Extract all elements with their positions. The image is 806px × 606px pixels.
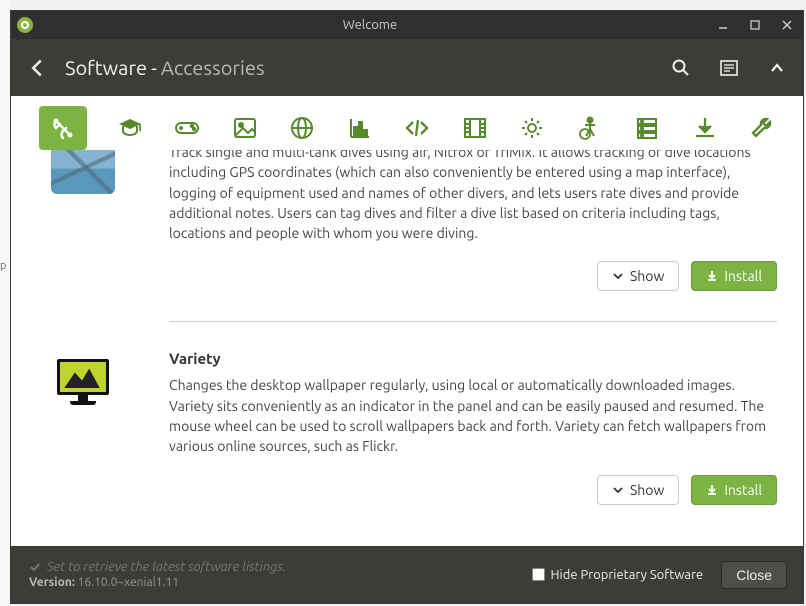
- category-education[interactable]: [115, 113, 145, 143]
- maximize-button[interactable]: [739, 11, 771, 39]
- hide-proprietary-label: Hide Proprietary Software: [551, 568, 704, 582]
- category-system[interactable]: [517, 113, 547, 143]
- search-button[interactable]: [671, 58, 691, 78]
- app-title: Variety: [169, 350, 777, 367]
- app-item-variety: Variety Changes the desktop wallpaper re…: [51, 350, 777, 534]
- category-tools[interactable]: [747, 113, 777, 143]
- statusbar: Set to retrieve the latest software list…: [11, 546, 803, 603]
- checkbox-box: [532, 568, 545, 581]
- app-description: Track single and multi-tank dives using …: [169, 150, 777, 243]
- breadcrumb-main[interactable]: Software: [65, 56, 147, 79]
- category-programming[interactable]: [402, 113, 432, 143]
- category-accessories[interactable]: [39, 106, 87, 150]
- back-button[interactable]: [27, 58, 47, 78]
- category-downloads[interactable]: [690, 113, 720, 143]
- minimize-button[interactable]: [707, 11, 739, 39]
- collapse-up-button[interactable]: [767, 58, 787, 78]
- category-strip: [39, 106, 777, 150]
- content-area: Track single and multi-tank dives using …: [11, 96, 803, 546]
- toolbar: Software - Accessories: [11, 39, 803, 96]
- chevron-down-icon: [612, 270, 624, 282]
- download-icon: [706, 484, 718, 496]
- app-icon-subsurface: [51, 150, 115, 194]
- toolbar-actions: [671, 58, 787, 78]
- app-menu-icon[interactable]: [17, 17, 33, 33]
- category-accessibility[interactable]: [575, 113, 605, 143]
- show-button-label: Show: [630, 482, 664, 498]
- chevron-down-icon: [612, 484, 624, 496]
- background-text-fragment: p: [0, 260, 6, 272]
- category-graphics[interactable]: [230, 113, 260, 143]
- version-label: Version:: [29, 576, 75, 589]
- category-games[interactable]: [172, 113, 202, 143]
- show-button-label: Show: [630, 268, 664, 284]
- category-internet[interactable]: [287, 113, 317, 143]
- version-info: Version: 16.10.0~xenial1.11: [29, 576, 286, 589]
- show-button[interactable]: Show: [597, 261, 679, 291]
- background-window-edge: [0, 0, 10, 606]
- titlebar: Welcome: [11, 11, 803, 39]
- close-window-button[interactable]: [771, 11, 803, 39]
- install-button[interactable]: Install: [691, 475, 777, 505]
- listing-status-text: Set to retrieve the latest software list…: [47, 560, 286, 574]
- version-value: 16.10.0~xenial1.11: [78, 576, 179, 589]
- check-icon: [29, 561, 41, 573]
- category-office[interactable]: [345, 113, 375, 143]
- install-button-label: Install: [724, 268, 762, 284]
- app-description: Changes the desktop wallpaper regularly,…: [169, 375, 777, 456]
- install-button-label: Install: [724, 482, 762, 498]
- breadcrumb-sub: Accessories: [161, 56, 265, 79]
- hide-proprietary-checkbox[interactable]: Hide Proprietary Software: [532, 568, 704, 582]
- window-title: Welcome: [33, 18, 707, 32]
- app-item-subsurface: Track single and multi-tank dives using …: [51, 150, 777, 321]
- show-button[interactable]: Show: [597, 475, 679, 505]
- window-controls: [707, 11, 803, 39]
- app-icon-variety: [51, 350, 115, 414]
- listing-status: Set to retrieve the latest software list…: [29, 560, 286, 574]
- close-button[interactable]: Close: [721, 561, 787, 589]
- app-divider: [169, 321, 777, 322]
- welcome-window: Welcome Software - Accessories: [10, 10, 804, 604]
- install-button[interactable]: Install: [691, 261, 777, 291]
- news-button[interactable]: [719, 58, 739, 78]
- category-servers[interactable]: [632, 113, 662, 143]
- apps-list[interactable]: Track single and multi-tank dives using …: [51, 150, 777, 546]
- category-video[interactable]: [460, 113, 490, 143]
- download-icon: [706, 270, 718, 282]
- breadcrumb-separator: -: [151, 56, 157, 79]
